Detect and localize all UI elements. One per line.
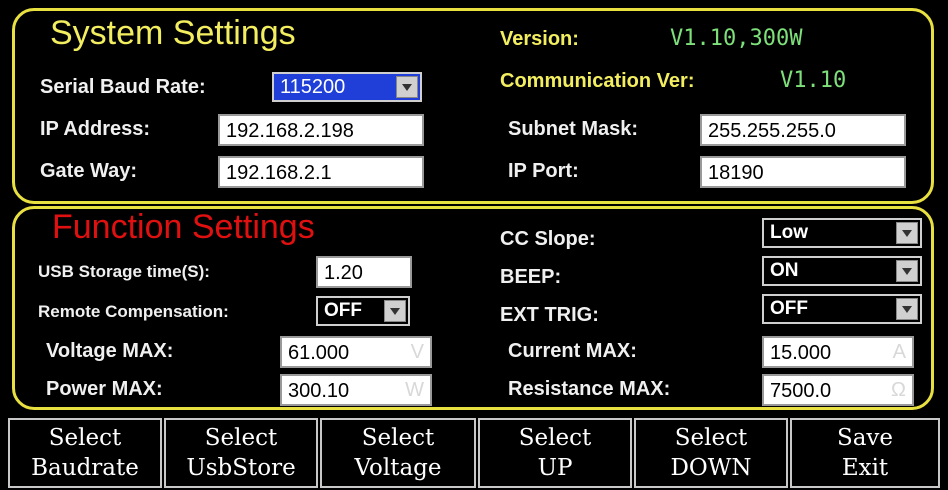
- current-max-value: 15.000: [770, 342, 832, 364]
- voltage-max-field[interactable]: 61.000 V: [280, 336, 432, 368]
- chevron-down-icon[interactable]: [384, 300, 406, 322]
- ip-address-label: IP Address:: [40, 118, 151, 140]
- softkey-line2: DOWN: [670, 455, 752, 481]
- select-voltage-button[interactable]: Select Voltage: [320, 418, 476, 488]
- select-up-button[interactable]: Select UP: [478, 418, 632, 488]
- subnet-mask-label: Subnet Mask:: [508, 118, 639, 140]
- function-settings-title: Function Settings: [52, 208, 315, 246]
- baud-rate-dropdown[interactable]: 115200: [272, 72, 422, 102]
- beep-dropdown[interactable]: ON: [762, 256, 922, 286]
- voltage-unit: V: [410, 341, 424, 363]
- chevron-down-icon[interactable]: [396, 76, 418, 98]
- softkey-line1: Select: [204, 425, 278, 451]
- cc-slope-dropdown[interactable]: Low: [762, 218, 922, 248]
- subnet-mask-field[interactable]: 255.255.255.0: [700, 114, 906, 146]
- select-baudrate-button[interactable]: Select Baudrate: [8, 418, 162, 488]
- ip-port-label: IP Port:: [508, 160, 579, 182]
- ip-address-field[interactable]: 192.168.2.198: [218, 114, 424, 146]
- version-label: Version:: [500, 28, 579, 50]
- system-settings-title: System Settings: [50, 14, 296, 52]
- softkey-line1: Select: [674, 425, 748, 451]
- voltage-max-value: 61.000: [288, 342, 350, 364]
- usb-storage-time-label: USB Storage time(S):: [38, 262, 210, 281]
- softkey-line2: UsbStore: [186, 455, 296, 481]
- remote-compensation-dropdown[interactable]: OFF: [316, 296, 410, 326]
- softkey-line2: UP: [537, 455, 573, 481]
- beep-value: ON: [770, 260, 799, 281]
- softkey-line1: Save: [836, 425, 894, 451]
- cc-slope-value: Low: [770, 222, 808, 243]
- select-usbstore-button[interactable]: Select UsbStore: [164, 418, 318, 488]
- resistance-max-label: Resistance MAX:: [508, 378, 671, 400]
- baud-rate-value: 115200: [280, 76, 346, 98]
- ip-port-field[interactable]: 18190: [700, 156, 906, 188]
- softkey-bar: Select Baudrate Select UsbStore Select V…: [0, 418, 948, 490]
- chevron-down-icon[interactable]: [896, 260, 918, 282]
- remote-compensation-value: OFF: [324, 300, 362, 321]
- softkey-line2: Exit: [841, 455, 889, 481]
- beep-label: BEEP:: [500, 266, 562, 288]
- voltage-max-label: Voltage MAX:: [46, 340, 174, 362]
- remote-compensation-label: Remote Compensation:: [38, 302, 229, 321]
- usb-storage-time-field[interactable]: 1.20: [316, 256, 412, 288]
- power-max-value: 300.10: [288, 380, 350, 402]
- cc-slope-label: CC Slope:: [500, 228, 596, 250]
- gateway-field[interactable]: 192.168.2.1: [218, 156, 424, 188]
- communication-ver-value: V1.10: [780, 68, 847, 93]
- softkey-line2: Baudrate: [31, 455, 139, 481]
- ext-trig-dropdown[interactable]: OFF: [762, 294, 922, 324]
- version-value: V1.10,300W: [670, 26, 803, 51]
- save-exit-button[interactable]: Save Exit: [790, 418, 940, 488]
- power-max-label: Power MAX:: [46, 378, 163, 400]
- chevron-down-icon[interactable]: [896, 298, 918, 320]
- communication-ver-label: Communication Ver:: [500, 70, 695, 92]
- current-max-field[interactable]: 15.000 A: [762, 336, 914, 368]
- softkey-line1: Select: [48, 425, 122, 451]
- ext-trig-label: EXT TRIG:: [500, 304, 599, 326]
- current-unit: A: [892, 341, 906, 363]
- ext-trig-value: OFF: [770, 298, 808, 319]
- resistance-max-field[interactable]: 7500.0 Ω: [762, 374, 914, 406]
- resistance-max-value: 7500.0: [770, 380, 832, 402]
- power-unit: W: [405, 379, 424, 401]
- select-down-button[interactable]: Select DOWN: [634, 418, 788, 488]
- softkey-line1: Select: [361, 425, 435, 451]
- current-max-label: Current MAX:: [508, 340, 637, 362]
- serial-baud-rate-label: Serial Baud Rate:: [40, 76, 206, 98]
- resistance-unit: Ω: [891, 379, 906, 401]
- softkey-line2: Voltage: [354, 455, 442, 481]
- power-max-field[interactable]: 300.10 W: [280, 374, 432, 406]
- gateway-label: Gate Way:: [40, 160, 138, 182]
- chevron-down-icon[interactable]: [896, 222, 918, 244]
- softkey-line1: Select: [518, 425, 592, 451]
